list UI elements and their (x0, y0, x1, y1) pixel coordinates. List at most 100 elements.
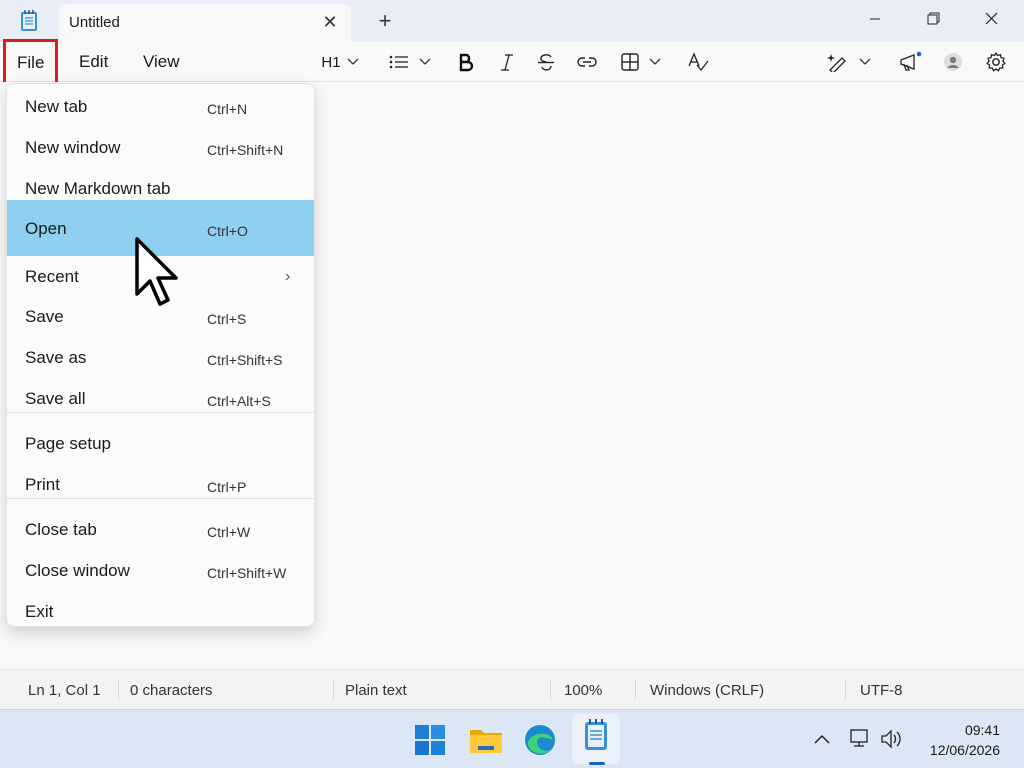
file-menu-save-as[interactable]: Save as Ctrl+Shift+S (7, 337, 314, 378)
tab-untitled[interactable]: Untitled ✕ (59, 4, 351, 42)
menu-item-label: Page setup (25, 434, 112, 453)
bold-button[interactable] (455, 50, 477, 74)
notepad-icon (585, 719, 607, 750)
encoding[interactable]: UTF-8 (860, 682, 903, 699)
menu-item-label: Exit (25, 602, 54, 621)
status-divider (550, 680, 551, 700)
bold-icon (459, 53, 474, 72)
strikethrough-icon (538, 54, 554, 71)
file-menu-page-setup[interactable]: Page setup (7, 423, 314, 464)
restore-button[interactable] (910, 4, 956, 34)
spellcheck-button[interactable] (686, 50, 710, 74)
line-endings[interactable]: Windows (CRLF) (650, 682, 764, 699)
bulleted-list-icon (389, 55, 431, 69)
clock-time: 09:41 (964, 722, 1000, 738)
table-dropdown[interactable] (620, 50, 664, 74)
menu-item-label: Recent (25, 267, 79, 286)
status-bar: Ln 1, Col 1 0 characters Plain text 100%… (0, 669, 1024, 709)
windows-logo-icon (415, 725, 445, 755)
copilot-dropdown[interactable] (826, 50, 872, 74)
status-divider (845, 680, 846, 700)
new-tab-button[interactable]: + (372, 10, 398, 34)
menu-item-label: Print (25, 475, 60, 494)
spellcheck-icon (688, 52, 709, 72)
menu-item-label: Save (25, 307, 64, 326)
system-clock[interactable]: 09:41 12/06/2026 (930, 720, 1000, 760)
menu-view[interactable]: View (143, 52, 180, 72)
menu-item-shortcut: Ctrl+Alt+S (207, 393, 271, 409)
heading-dropdown[interactable]: H1 (316, 50, 364, 74)
edge-icon (525, 725, 555, 755)
mouse-cursor-icon (134, 236, 182, 310)
file-explorer-button[interactable] (468, 722, 504, 758)
settings-button[interactable] (984, 50, 1008, 74)
clock-date: 12/06/2026 (929, 742, 1000, 758)
notepad-taskbar-button[interactable] (572, 714, 620, 764)
account-button[interactable] (942, 50, 964, 74)
menu-item-label: Save as (25, 348, 87, 367)
heading-label: H1 (321, 53, 341, 71)
file-menu-exit[interactable]: Exit (7, 591, 314, 626)
menu-item-shortcut: Ctrl+W (207, 524, 251, 540)
menu-item-shortcut: Ctrl+Shift+S (207, 352, 283, 368)
chevron-down-icon (347, 58, 359, 65)
megaphone-icon (900, 51, 922, 71)
menu-item-shortcut: Ctrl+P (207, 479, 247, 495)
notepad-app-icon (18, 9, 40, 33)
menu-item-label: Close tab (25, 520, 97, 539)
network-icon (850, 729, 868, 747)
menu-item-label: Open (25, 219, 67, 238)
menu-item-shortcut: Ctrl+Shift+N (207, 142, 284, 158)
file-menu-new-tab[interactable]: New tab Ctrl+N (7, 86, 314, 127)
menu-item-label: New window (25, 138, 121, 157)
menu-item-label: Save all (25, 389, 86, 408)
menu-edit[interactable]: Edit (79, 52, 108, 72)
character-count: 0 characters (130, 682, 213, 699)
text-format[interactable]: Plain text (345, 682, 407, 699)
title-bar: Untitled ✕ + (0, 0, 1024, 42)
close-window-button[interactable] (968, 4, 1014, 34)
link-button[interactable] (575, 50, 599, 74)
minimize-icon (870, 18, 880, 20)
minimize-button[interactable] (852, 4, 898, 34)
network-button[interactable] (848, 728, 872, 750)
sparkle-pen-icon (827, 54, 871, 72)
volume-button[interactable] (880, 728, 906, 750)
close-tab-icon[interactable]: ✕ (319, 11, 341, 33)
menu-separator (7, 498, 314, 499)
menu-item-shortcut: Ctrl+S (207, 311, 247, 327)
italic-button[interactable] (496, 50, 518, 74)
taskbar: 09:41 12/06/2026 (0, 709, 1024, 768)
status-divider (635, 680, 636, 700)
cursor-position: Ln 1, Col 1 (28, 682, 101, 699)
zoom-level[interactable]: 100% (564, 682, 602, 699)
gear-icon (986, 52, 1006, 72)
menu-file[interactable]: File (3, 39, 58, 87)
file-menu-dropdown: New tab Ctrl+N New window Ctrl+Shift+N N… (6, 83, 315, 627)
status-divider (118, 680, 119, 700)
active-app-indicator (589, 762, 605, 765)
menu-item-label: New Markdown tab (25, 179, 171, 198)
menu-item-label: New tab (25, 97, 88, 116)
show-hidden-icons-button[interactable] (812, 728, 832, 750)
tab-title: Untitled (69, 14, 120, 31)
menu-separator (7, 412, 314, 413)
chevron-up-icon (814, 734, 830, 744)
list-dropdown[interactable] (388, 50, 432, 74)
strikethrough-button[interactable] (535, 50, 557, 74)
close-icon (985, 12, 998, 25)
file-menu-close-tab[interactable]: Close tab Ctrl+W (7, 509, 314, 550)
menu-item-label: Close window (25, 561, 130, 580)
menu-file-label: File (17, 53, 45, 72)
file-menu-close-window[interactable]: Close window Ctrl+Shift+W (7, 550, 314, 591)
avatar-icon (944, 53, 962, 71)
start-button[interactable] (412, 722, 448, 758)
menu-item-shortcut: Ctrl+Shift+W (207, 565, 287, 581)
menu-item-shortcut: Ctrl+O (207, 223, 248, 239)
menu-item-shortcut: Ctrl+N (207, 101, 248, 117)
whats-new-button[interactable] (898, 50, 924, 74)
italic-icon (501, 54, 513, 71)
file-menu-new-window[interactable]: New window Ctrl+Shift+N (7, 127, 314, 168)
edge-browser-button[interactable] (522, 722, 558, 758)
chevron-right-icon: › (285, 268, 291, 285)
